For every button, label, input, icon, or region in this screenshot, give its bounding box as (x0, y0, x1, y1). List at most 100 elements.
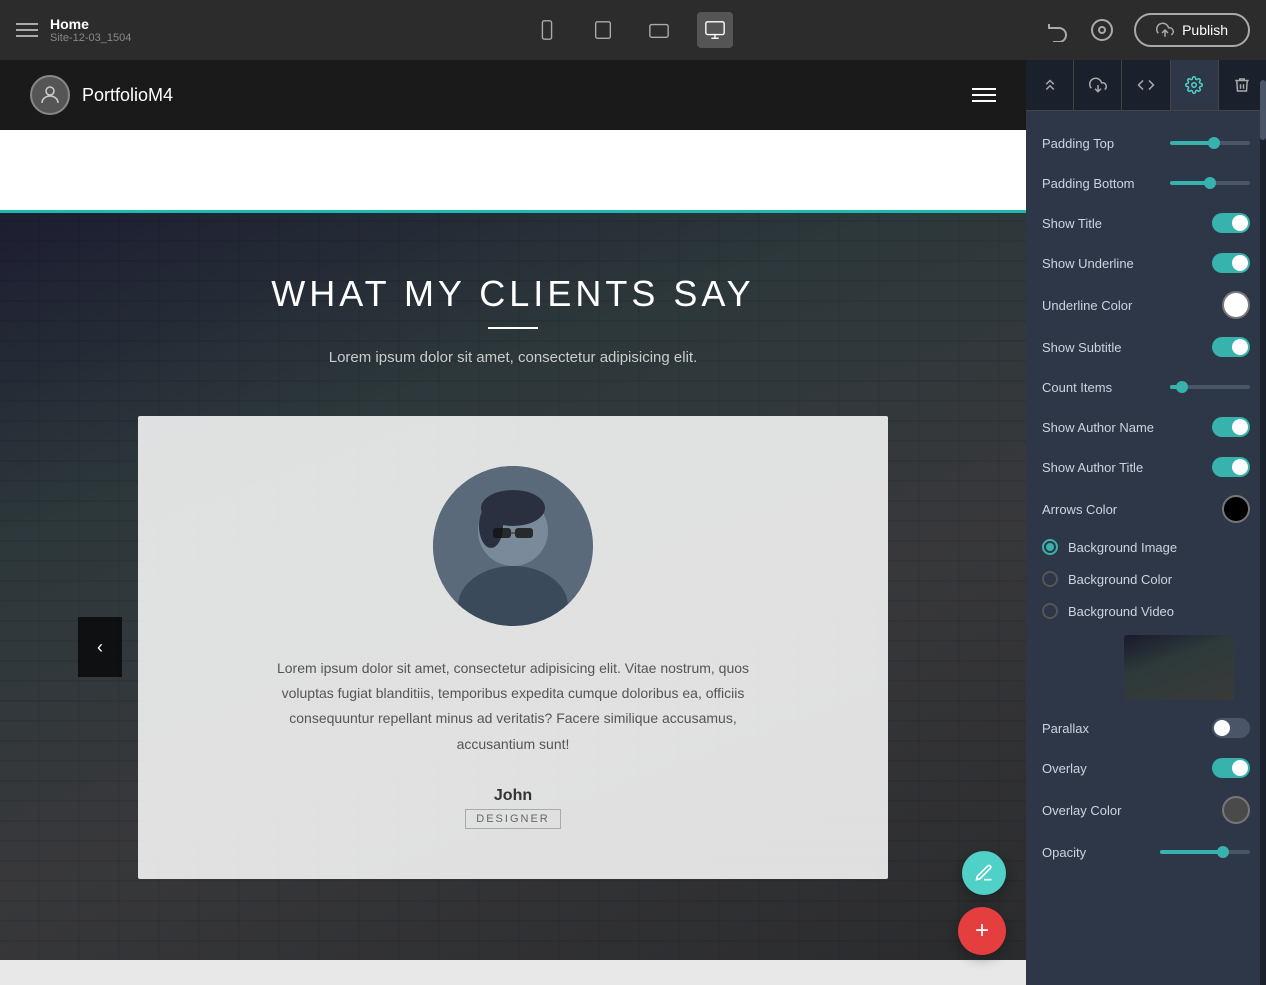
site-info: Home Site-12-03_1504 (50, 16, 131, 44)
code-button[interactable] (1122, 60, 1170, 110)
hero-content: WHAT MY CLIENTS SAY Lorem ipsum dolor si… (20, 273, 1006, 416)
opacity-row: Opacity (1026, 832, 1266, 872)
preview-icon[interactable] (1090, 18, 1114, 42)
publish-button[interactable]: Publish (1134, 13, 1250, 47)
edit-fab-button[interactable] (962, 851, 1006, 895)
show-author-name-row: Show Author Name (1026, 407, 1266, 447)
show-title-label: Show Title (1042, 216, 1212, 231)
bg-thumbnail-area (1026, 627, 1266, 708)
underline-color-swatch[interactable] (1222, 291, 1250, 319)
nav-avatar (30, 75, 70, 115)
background-thumbnail-image (1124, 635, 1234, 700)
tablet-landscape-device-icon[interactable] (641, 12, 677, 48)
background-color-radio[interactable] (1042, 571, 1058, 587)
show-underline-row: Show Underline (1026, 243, 1266, 283)
carousel-left-arrow[interactable]: ‹ (78, 617, 122, 677)
scroll-thumb[interactable] (1260, 80, 1266, 140)
download-button[interactable] (1074, 60, 1122, 110)
top-bar-left: Home Site-12-03_1504 (16, 16, 216, 44)
show-author-title-row: Show Author Title (1026, 447, 1266, 487)
show-author-title-label: Show Author Title (1042, 460, 1212, 475)
device-switcher (216, 12, 1046, 48)
section-subtitle: Lorem ipsum dolor sit amet, consectetur … (20, 349, 1006, 366)
chevron-left-icon: ‹ (97, 637, 103, 658)
mobile-device-icon[interactable] (529, 12, 565, 48)
site-brand: PortfolioM4 (30, 75, 173, 115)
arrows-color-swatch[interactable] (1222, 495, 1250, 523)
site-navigation: PortfolioM4 (0, 60, 1026, 130)
show-title-row: Show Title (1026, 203, 1266, 243)
testimonial-text: Lorem ipsum dolor sit amet, consectetur … (263, 656, 763, 757)
opacity-label: Opacity (1042, 845, 1160, 860)
show-subtitle-label: Show Subtitle (1042, 340, 1212, 355)
settings-button[interactable] (1171, 60, 1219, 110)
scroll-indicator (1260, 60, 1266, 985)
delete-button[interactable] (1219, 60, 1266, 110)
author-title: DESIGNER (465, 809, 560, 829)
count-items-slider[interactable] (1170, 385, 1250, 389)
show-author-title-toggle[interactable] (1212, 457, 1250, 477)
padding-top-row: Padding Top (1026, 123, 1266, 163)
canvas-area: PortfolioM4 WHAT MY CLIENTS SAY Lorem ip… (0, 60, 1026, 985)
testimonial-card: Lorem ipsum dolor sit amet, consectetur … (138, 416, 888, 879)
overlay-color-row: Overlay Color (1026, 788, 1266, 832)
show-subtitle-toggle[interactable] (1212, 337, 1250, 357)
site-subtitle: Site-12-03_1504 (50, 32, 131, 44)
show-title-toggle[interactable] (1212, 213, 1250, 233)
underline-color-label: Underline Color (1042, 298, 1222, 313)
panel-toolbar (1026, 60, 1266, 111)
plus-icon: + (975, 917, 989, 945)
hamburger-menu-icon[interactable] (16, 23, 38, 37)
padding-bottom-slider[interactable] (1170, 181, 1250, 185)
nav-hamburger-icon[interactable] (972, 88, 996, 102)
show-underline-label: Show Underline (1042, 256, 1212, 271)
overlay-label: Overlay (1042, 761, 1212, 776)
testimonials-section: WHAT MY CLIENTS SAY Lorem ipsum dolor si… (0, 210, 1026, 960)
opacity-slider[interactable] (1160, 850, 1250, 854)
author-avatar (433, 466, 593, 626)
site-title: Home (50, 16, 131, 32)
overlay-color-swatch[interactable] (1222, 796, 1250, 824)
undo-icon[interactable] (1046, 18, 1070, 42)
overlay-row: Overlay (1026, 748, 1266, 788)
count-items-row: Count Items (1026, 367, 1266, 407)
brand-name: PortfolioM4 (82, 85, 173, 106)
title-underline (488, 327, 538, 329)
move-up-button[interactable] (1026, 60, 1074, 110)
tablet-device-icon[interactable] (585, 12, 621, 48)
show-underline-toggle[interactable] (1212, 253, 1250, 273)
arrows-color-row: Arrows Color (1026, 487, 1266, 531)
overlay-toggle[interactable] (1212, 758, 1250, 778)
site-preview: PortfolioM4 WHAT MY CLIENTS SAY Lorem ip… (0, 60, 1026, 960)
parallax-label: Parallax (1042, 721, 1212, 736)
parallax-row: Parallax (1026, 708, 1266, 748)
background-video-radio[interactable] (1042, 603, 1058, 619)
background-video-row: Background Video (1026, 595, 1266, 627)
show-author-name-toggle[interactable] (1212, 417, 1250, 437)
show-author-name-label: Show Author Name (1042, 420, 1212, 435)
padding-top-slider[interactable] (1170, 141, 1250, 145)
background-image-row: Background Image (1026, 531, 1266, 563)
add-fab-button[interactable]: + (958, 907, 1006, 955)
publish-label: Publish (1182, 22, 1228, 38)
padding-bottom-label: Padding Bottom (1042, 176, 1170, 191)
background-thumbnail[interactable] (1124, 635, 1234, 700)
testimonial-wrapper: ‹ (138, 416, 888, 879)
padding-bottom-row: Padding Bottom (1026, 163, 1266, 203)
section-title: WHAT MY CLIENTS SAY (20, 273, 1006, 315)
background-image-radio[interactable] (1042, 539, 1058, 555)
right-panel: Padding Top Padding Bottom (1026, 60, 1266, 985)
desktop-device-icon[interactable] (697, 12, 733, 48)
background-color-label: Background Color (1068, 572, 1172, 587)
author-name: John (198, 787, 828, 805)
background-image-label: Background Image (1068, 540, 1177, 555)
background-color-row: Background Color (1026, 563, 1266, 595)
parallax-toggle[interactable] (1212, 718, 1250, 738)
white-strip (0, 130, 1026, 210)
main-area: PortfolioM4 WHAT MY CLIENTS SAY Lorem ip… (0, 60, 1266, 985)
author-avatar-image (433, 466, 593, 626)
top-bar: Home Site-12-03_1504 (0, 0, 1266, 60)
background-video-label: Background Video (1068, 604, 1174, 619)
top-bar-right: Publish (1046, 13, 1250, 47)
settings-content: Padding Top Padding Bottom (1026, 111, 1266, 884)
